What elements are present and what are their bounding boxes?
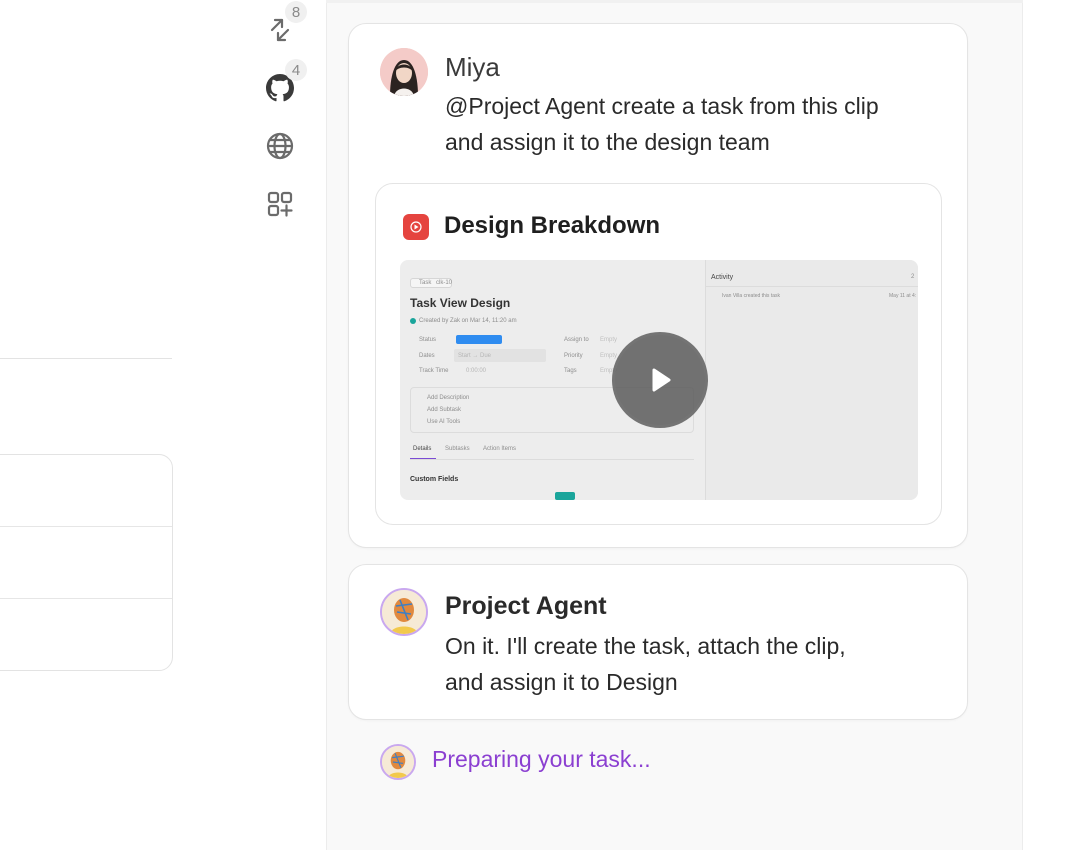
sync-count-badge: 8	[285, 1, 307, 23]
agent-message-line-2: and assign it to Design	[445, 669, 678, 695]
preview-task-title: Task View Design	[410, 296, 511, 310]
preparing-status-text: Preparing your task...	[432, 746, 651, 772]
action-add-subtask: Add Subtask	[427, 407, 462, 413]
github-count-badge: 4	[285, 59, 307, 81]
assign-label: Assign to	[564, 337, 589, 343]
tab-details: Details	[413, 446, 432, 452]
dates-label: Dates	[419, 353, 435, 359]
activity-pane: Activity 2 Ivan Villa created this task …	[705, 260, 918, 500]
track-time-label: Track Time	[419, 368, 449, 374]
play-icon	[652, 368, 671, 392]
agent-avatar	[380, 588, 428, 636]
action-use-ai-tools: Use AI Tools	[427, 419, 461, 425]
activity-entry: Ivan Villa created this task	[722, 293, 780, 299]
tags-label: Tags	[564, 368, 577, 374]
tab-action-items: Action Items	[483, 446, 517, 452]
user-avatar	[380, 48, 428, 96]
action-add-description: Add Description	[427, 395, 470, 401]
chat-panel-top-border	[326, 0, 1023, 3]
activity-heading: Activity	[711, 274, 734, 281]
agent-message-card: Project Agent On it. I'll create the tas…	[348, 564, 968, 720]
video-clip-icon	[403, 214, 429, 240]
agent-message-text: On it. I'll create the task, attach the …	[445, 628, 925, 700]
tab-subtasks: Subtasks	[445, 446, 470, 452]
add-app-icon[interactable]	[264, 188, 296, 220]
user-message-line-1: @Project Agent create a task from this c…	[445, 93, 879, 119]
status-label: Status	[419, 337, 437, 343]
created-by: Created by Zak on Mar 14, 11:20 am	[419, 318, 517, 324]
left-panel-divider	[0, 358, 172, 359]
task-chip-label: Task	[419, 280, 432, 286]
activity-time: May 11 at 4:	[889, 293, 917, 299]
priority-value: Empty	[600, 353, 618, 359]
video-preview[interactable]: Task clk-10 Task View Design Created by …	[400, 260, 918, 500]
priority-label: Priority	[564, 353, 583, 359]
tabs-divider	[410, 459, 694, 460]
track-time-value: 0:00:00	[466, 368, 487, 374]
agent-status-avatar	[380, 744, 416, 780]
agent-message-line-1: On it. I'll create the task, attach the …	[445, 633, 846, 659]
agent-author-name: Project Agent	[445, 592, 607, 620]
activity-count: 2	[911, 274, 915, 280]
dates-value: Start → Due	[458, 353, 492, 359]
task-id: clk-10	[436, 280, 453, 286]
creator-dot	[410, 318, 416, 324]
custom-fields-heading: Custom Fields	[410, 476, 459, 483]
app-page: 8 4 Miya @Project Agent create a task fr…	[0, 0, 1082, 850]
globe-icon[interactable]	[264, 130, 296, 162]
left-card-row-separator	[0, 526, 172, 527]
user-message-line-2: and assign it to the design team	[445, 129, 770, 155]
video-play-button[interactable]	[612, 332, 708, 428]
left-panel-card	[0, 454, 173, 671]
status-pill	[456, 335, 502, 344]
video-clip-card[interactable]: Design Breakdown Task clk-10 Task View D…	[375, 183, 942, 525]
custom-field-pill	[555, 492, 575, 500]
user-message-text: @Project Agent create a task from this c…	[445, 88, 925, 160]
activity-divider	[706, 286, 918, 287]
left-card-row-separator	[0, 598, 172, 599]
assign-value: Empty	[600, 337, 618, 343]
clip-title: Design Breakdown	[444, 212, 661, 239]
user-author-name: Miya	[445, 52, 500, 82]
